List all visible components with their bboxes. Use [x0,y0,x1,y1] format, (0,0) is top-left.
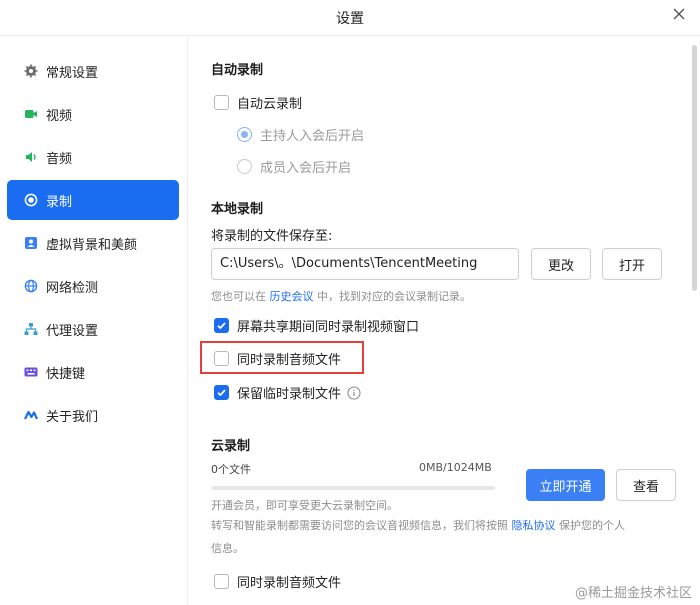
sidebar-item-general[interactable]: 常规设置 [7,51,179,91]
info-icon[interactable] [347,385,361,400]
change-path-button[interactable]: 更改 [531,248,591,280]
open-folder-button[interactable]: 打开 [602,248,662,280]
portrait-icon [24,236,38,250]
annotation-highlight-box [200,341,364,374]
sidebar-item-label: 录制 [46,194,73,210]
record-icon [24,193,38,207]
member-join-label: 成员入会后开启 [260,161,352,176]
sidebar-item-label: 常规设置 [46,65,99,81]
cloud-storage-progress-bar [211,486,495,490]
sidebar-item-label: 快捷键 [46,366,86,382]
record-settings-panel: 自动录制 自动云录制 主持人入会后开启 成员入会后开启 本地录制 将录制的文件保… [189,37,689,605]
gear-icon [24,64,38,78]
history-meeting-link[interactable]: 历史会议 [270,290,314,303]
member-join-radio-option[interactable]: 成员入会后开启 [237,157,351,176]
cloud-audio-file-label: 同时录制音频文件 [237,576,342,591]
sidebar-item-video[interactable]: 视频 [7,94,179,134]
sidebar-item-label: 音频 [46,151,73,167]
cloud-file-count: 0个文件 [211,463,251,476]
vertical-scrollbar[interactable] [689,37,700,605]
auto-cloud-record-label: 自动云录制 [237,97,303,112]
privacy-notice-text: 转写和智能录制都需要访问您的会议音视频信息，我们将按照 [211,519,508,532]
keep-temp-file-option[interactable]: 保留临时录制文件 [214,383,361,402]
auto-record-heading: 自动录制 [211,63,264,78]
save-to-label: 将录制的文件保存至: [211,229,333,244]
keep-temp-file-label: 保留临时录制文件 [237,387,342,402]
settings-sidebar: 常规设置 视频 音频 录制 虚拟背景和美颜 网络检测 代理设置 快捷键 关于我们 [0,37,188,605]
save-path-field[interactable]: C:\Users\。\Documents\TencentMeeting [211,248,519,280]
hint-text: 您也可以在 [211,290,266,303]
scrollbar-thumb[interactable] [692,45,697,291]
privacy-policy-link[interactable]: 隐私协议 [512,519,556,532]
member-join-radio[interactable] [237,159,252,174]
window-title: 设置 [336,10,364,27]
globe-icon [24,279,38,293]
sidebar-item-label: 代理设置 [46,323,99,339]
sidebar-item-label: 虚拟背景和美颜 [46,237,138,253]
cloud-record-heading: 云录制 [211,439,251,454]
privacy-notice: 转写和智能录制都需要访问您的会议音视频信息，我们将按照 隐私协议 保护您的个人 [211,517,625,533]
privacy-notice-text: 保护您的个人 [559,519,625,532]
sidebar-item-about[interactable]: 关于我们 [7,395,179,435]
cloud-storage-usage: 0MB/1024MB [419,461,492,474]
view-cloud-records-button[interactable]: 查看 [616,469,676,501]
screen-share-record-label: 屏幕共享期间同时录制视频窗口 [237,320,420,335]
checkmark-icon [217,322,226,330]
screen-share-record-checkbox[interactable] [214,318,229,333]
auto-cloud-record-checkbox[interactable] [214,95,229,110]
local-record-heading: 本地录制 [211,202,264,217]
hint-text: 中，找到对应的会议录制记录。 [317,290,471,303]
privacy-notice-line2: 信息。 [211,542,244,555]
keep-temp-file-checkbox[interactable] [214,385,229,400]
screen-share-record-option[interactable]: 屏幕共享期间同时录制视频窗口 [214,316,419,335]
sidebar-item-virtual-background[interactable]: 虚拟背景和美颜 [7,223,179,263]
cloud-audio-file-checkbox[interactable] [214,574,229,589]
host-join-radio[interactable] [237,127,252,142]
sidebar-item-label: 网络检测 [46,280,99,296]
host-join-radio-option[interactable]: 主持人入会后开启 [237,125,364,144]
sidebar-item-label: 视频 [46,108,73,124]
sidebar-item-proxy[interactable]: 代理设置 [7,309,179,349]
keyboard-icon [24,365,38,379]
video-camera-icon [24,107,38,121]
sidebar-item-record[interactable]: 录制 [7,180,179,220]
speaker-icon [24,150,38,164]
sidebar-item-label: 关于我们 [46,409,99,425]
auto-cloud-record-option[interactable]: 自动云录制 [214,93,302,112]
host-join-label: 主持人入会后开启 [260,129,365,144]
watermark: @稀土掘金技术社区 [574,586,692,601]
title-bar: 设置 [0,0,700,36]
sidebar-item-shortcuts[interactable]: 快捷键 [7,352,179,392]
cloud-audio-file-option[interactable]: 同时录制音频文件 [214,572,341,591]
close-icon[interactable] [668,3,690,25]
network-tree-icon [24,322,38,336]
sidebar-item-audio[interactable]: 音频 [7,137,179,177]
tencent-meeting-logo-icon [24,408,38,422]
activate-now-button[interactable]: 立即开通 [526,469,605,501]
checkmark-icon [217,389,226,397]
sidebar-item-network-check[interactable]: 网络检测 [7,266,179,306]
member-upgrade-hint: 开通会员，即可享受更大云录制空间。 [211,499,398,512]
history-meeting-hint: 您也可以在 历史会议 中，找到对应的会议录制记录。 [211,288,471,304]
